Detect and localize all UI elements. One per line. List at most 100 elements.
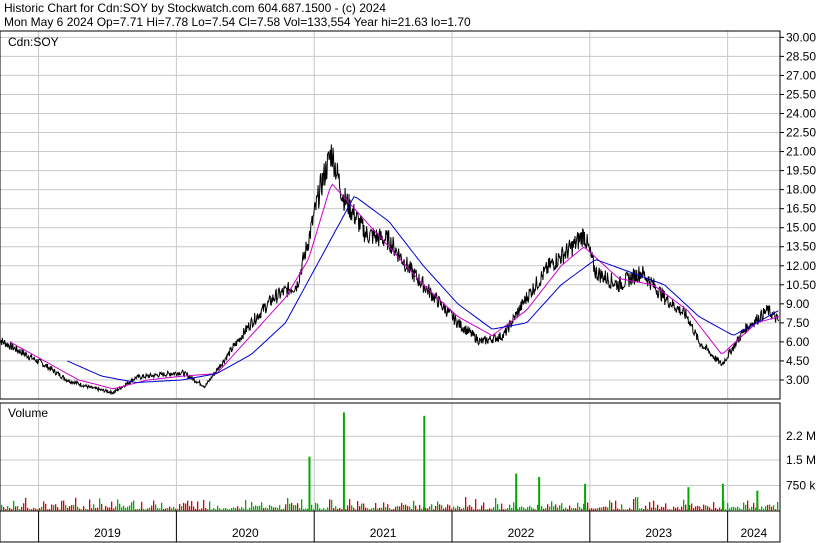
volume-bar: [283, 508, 285, 511]
volume-bar: [195, 508, 197, 511]
volume-bar: [241, 507, 243, 511]
volume-bar: [131, 502, 133, 511]
volume-bar: [599, 507, 601, 511]
volume-bar: [525, 508, 527, 511]
volume-spike: [584, 483, 587, 511]
volume-bar: [733, 506, 735, 511]
volume-bar: [137, 508, 139, 511]
volume-bar: [475, 499, 477, 511]
volume-bar: [341, 509, 343, 511]
volume-bar: [369, 509, 371, 511]
volume-bar: [205, 508, 207, 511]
volume-bar: [215, 509, 217, 511]
volume-bar: [501, 503, 503, 511]
volume-bar: [275, 507, 277, 511]
volume-bar: [417, 509, 419, 511]
volume-bar: [731, 507, 733, 511]
volume-bar: [759, 509, 761, 511]
volume-bar: [751, 506, 753, 511]
volume-bar: [657, 504, 659, 511]
volume-bar: [91, 508, 93, 511]
volume-bar: [325, 509, 327, 511]
volume-bar: [645, 505, 647, 511]
volume-bar: [95, 508, 97, 511]
volume-bar: [257, 506, 259, 511]
volume-bar: [769, 504, 771, 511]
volume-bar: [231, 508, 233, 511]
volume-bar: [715, 507, 717, 511]
volume-bar: [615, 500, 617, 511]
volume-bar: [739, 508, 741, 511]
volume-bar: [661, 506, 663, 511]
volume-bar: [197, 501, 199, 511]
volume-bar: [319, 508, 321, 511]
volume-bar: [543, 508, 545, 511]
volume-bar: [349, 499, 351, 511]
volume-bar: [313, 509, 315, 511]
volume-spike: [423, 415, 426, 511]
volume-bar: [619, 509, 621, 511]
volume-bar: [491, 508, 493, 511]
price-tick-label: 30.00: [786, 30, 816, 44]
volume-bar: [439, 504, 441, 511]
volume-bar: [639, 508, 641, 511]
volume-bar: [371, 508, 373, 511]
volume-bar: [235, 507, 237, 511]
volume-bar: [641, 508, 643, 511]
volume-bar: [339, 507, 341, 511]
volume-bar: [747, 500, 749, 511]
volume-bar: [229, 509, 231, 511]
volume-bar: [27, 507, 29, 511]
volume-bar: [453, 506, 455, 511]
volume-bar: [505, 508, 507, 511]
volume-bar: [487, 509, 489, 511]
volume-bar: [125, 507, 127, 511]
volume-bar: [565, 507, 567, 511]
volume-bar: [73, 504, 75, 511]
volume-bar: [5, 509, 7, 511]
volume-bar: [251, 501, 253, 511]
volume-bar: [447, 504, 449, 511]
volume-bar: [497, 504, 499, 511]
volume-bar: [321, 509, 323, 511]
year-label: 2022: [508, 526, 535, 540]
volume-bar: [437, 501, 439, 511]
year-label: 2019: [94, 526, 121, 540]
volume-bar: [129, 505, 131, 511]
volume-bar: [379, 507, 381, 511]
volume-bar: [169, 506, 171, 511]
volume-bar: [135, 509, 137, 511]
volume-bar: [675, 508, 677, 511]
volume-bar: [147, 508, 149, 511]
volume-bar: [389, 508, 391, 511]
volume-bar: [627, 509, 629, 511]
volume-bar: [23, 503, 25, 511]
volume-bar: [337, 508, 339, 511]
volume-bar: [281, 509, 283, 511]
volume-bar: [317, 503, 319, 511]
volume-bar: [377, 508, 379, 511]
volume-bar: [179, 504, 181, 511]
volume-bar: [573, 507, 575, 511]
volume-bar: [381, 507, 383, 511]
volume-bar: [449, 505, 451, 511]
volume-bar: [305, 508, 307, 511]
volume-bar: [395, 506, 397, 511]
volume-bar: [267, 508, 269, 511]
volume-bar: [357, 501, 359, 511]
volume-bar: [385, 507, 387, 511]
volume-bar: [709, 507, 711, 511]
volume-bar: [477, 509, 479, 511]
volume-bar: [53, 505, 55, 511]
volume-bar: [1, 504, 3, 511]
price-tick-label: 28.50: [786, 49, 816, 63]
volume-bar: [383, 502, 385, 511]
volume-spike: [308, 456, 311, 511]
volume-bar: [727, 503, 729, 511]
price-tick-label: 4.50: [786, 354, 810, 368]
volume-bar: [3, 506, 5, 511]
volume-bar: [65, 505, 67, 511]
volume-tick-label: 2.2 M: [786, 429, 816, 443]
volume-bar: [473, 509, 475, 511]
volume-bar: [519, 507, 521, 511]
